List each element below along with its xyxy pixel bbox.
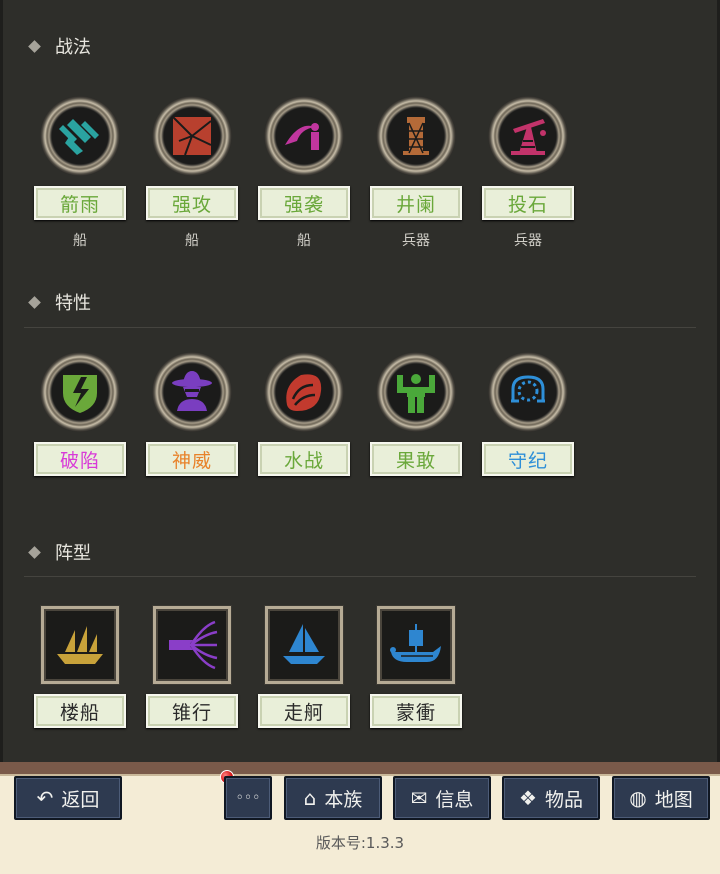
globe-icon: ◍	[629, 786, 647, 810]
siege-tower-icon	[376, 96, 456, 176]
longship-icon	[377, 606, 455, 684]
raid-icon	[264, 96, 344, 176]
section-divider	[24, 327, 696, 328]
section-title-formation: 阵型	[28, 539, 91, 565]
diamond-bullet-icon	[28, 295, 41, 309]
section-title-traits: 特性	[28, 289, 91, 315]
back-label: 返回	[61, 788, 100, 811]
back-button[interactable]: ↶ 返回	[14, 776, 122, 820]
version-text: 版本号:1.3.3	[315, 834, 405, 852]
tactic-label: 井阑	[370, 186, 462, 220]
tactic-assault[interactable]: 强攻 船	[142, 96, 242, 250]
assault-icon	[152, 96, 232, 176]
formation-label: 锥行	[146, 694, 238, 728]
tactic-label: 强攻	[146, 186, 238, 220]
home-icon: ⌂	[303, 786, 317, 810]
formation-label: 楼船	[34, 694, 126, 728]
tactic-label: 箭雨	[34, 186, 126, 220]
section-title-text: 阵型	[55, 543, 91, 564]
map-label: 地图	[654, 788, 693, 811]
tower-ship-icon	[41, 606, 119, 684]
diamond-bullet-icon	[28, 39, 41, 53]
tactic-catapult[interactable]: 投石 兵器	[478, 96, 578, 250]
formation-sailboat[interactable]: 走舸	[254, 606, 354, 728]
more-dots-icon: ◦◦◦	[235, 790, 261, 806]
info-button[interactable]: ✉ 信息	[393, 776, 491, 820]
tactic-arrow-rain[interactable]: 箭雨 船	[30, 96, 130, 250]
clan-button[interactable]: ⌂ 本族	[284, 776, 382, 820]
strongman-icon	[376, 352, 456, 432]
formation-tower-ship[interactable]: 楼船	[30, 606, 130, 728]
tactic-unit: 兵器	[402, 233, 430, 249]
tactic-label: 投石	[482, 186, 574, 220]
sailboat-icon	[265, 606, 343, 684]
catapult-icon	[488, 96, 568, 176]
tactic-label: 强袭	[258, 186, 350, 220]
tactic-unit: 船	[185, 233, 199, 249]
tactic-unit: 船	[297, 233, 311, 249]
back-arrow-icon: ↶	[36, 786, 54, 810]
trait-break-trap[interactable]: 破陷	[30, 352, 130, 476]
water-battle-icon	[264, 352, 344, 432]
section-title-tactics: 战法	[28, 33, 91, 59]
more-button[interactable]: ◦◦◦	[224, 776, 272, 820]
trait-discipline[interactable]: 守纪	[478, 352, 578, 476]
discipline-icon	[488, 352, 568, 432]
section-divider	[24, 576, 696, 577]
trait-label: 神威	[146, 442, 238, 476]
arrow-rain-icon	[40, 96, 120, 176]
info-label: 信息	[435, 788, 474, 811]
map-button[interactable]: ◍ 地图	[612, 776, 710, 820]
formation-wedge[interactable]: 锥行	[142, 606, 242, 728]
trait-bravery[interactable]: 果敢	[366, 352, 466, 476]
formation-longship[interactable]: 蒙衝	[366, 606, 466, 728]
items-bag-icon: ❖	[519, 786, 537, 810]
clan-label: 本族	[324, 788, 363, 811]
chat-bubble-icon: ✉	[410, 786, 428, 810]
tactic-unit: 兵器	[514, 233, 542, 249]
bottom-bar-edge	[0, 762, 720, 776]
formation-label: 走舸	[258, 694, 350, 728]
trait-divine-might[interactable]: 神威	[142, 352, 242, 476]
trait-water-battle[interactable]: 水战	[254, 352, 354, 476]
section-title-text: 特性	[55, 293, 91, 314]
items-button[interactable]: ❖ 物品	[502, 776, 600, 820]
trait-label: 破陷	[34, 442, 126, 476]
section-title-text: 战法	[55, 37, 91, 58]
trait-label: 水战	[258, 442, 350, 476]
formation-label: 蒙衝	[370, 694, 462, 728]
items-label: 物品	[544, 788, 583, 811]
tactic-siege-tower[interactable]: 井阑 兵器	[366, 96, 466, 250]
tactic-unit: 船	[73, 233, 87, 249]
diamond-bullet-icon	[28, 545, 41, 559]
wedge-icon	[153, 606, 231, 684]
trait-label: 果敢	[370, 442, 462, 476]
shield-break-icon	[40, 352, 120, 432]
trait-label: 守纪	[482, 442, 574, 476]
hat-figure-icon	[152, 352, 232, 432]
tactic-raid[interactable]: 强袭 船	[254, 96, 354, 250]
